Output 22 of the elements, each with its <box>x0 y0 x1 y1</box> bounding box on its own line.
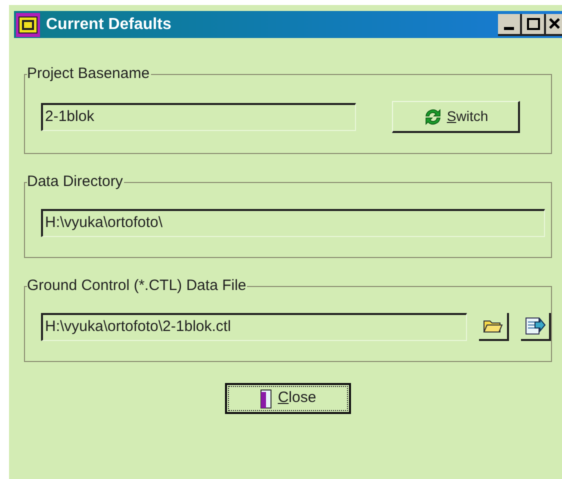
window-title: Current Defaults <box>46 14 172 34</box>
door-icon <box>260 388 272 408</box>
text-field[interactable]: H:\vyuka\ortofoto\2-1blok.ctl <box>41 313 468 341</box>
maximize-button[interactable] <box>522 14 546 36</box>
text-field[interactable]: H:\vyuka\ortofoto\ <box>41 209 545 237</box>
refresh-icon <box>422 106 443 126</box>
group-label: Data Directory <box>27 173 124 191</box>
group-label: Project Basename <box>27 65 151 83</box>
open-folder-button[interactable] <box>479 313 510 341</box>
minimize-icon <box>504 26 514 30</box>
group-label: Ground Control (*.CTL) Data File <box>27 277 248 295</box>
close-window-button[interactable] <box>546 14 562 36</box>
document-arrow-icon <box>524 316 546 336</box>
close-icon <box>548 18 560 29</box>
close-button[interactable]: Close <box>225 383 351 414</box>
minimize-button[interactable] <box>498 14 522 36</box>
app-icon <box>16 12 40 36</box>
text-field[interactable]: 2-1blok <box>41 103 356 131</box>
export-button[interactable] <box>521 313 551 341</box>
switch-button[interactable]: Switch <box>392 101 520 133</box>
maximize-icon <box>526 18 540 30</box>
folder-icon <box>483 318 504 334</box>
